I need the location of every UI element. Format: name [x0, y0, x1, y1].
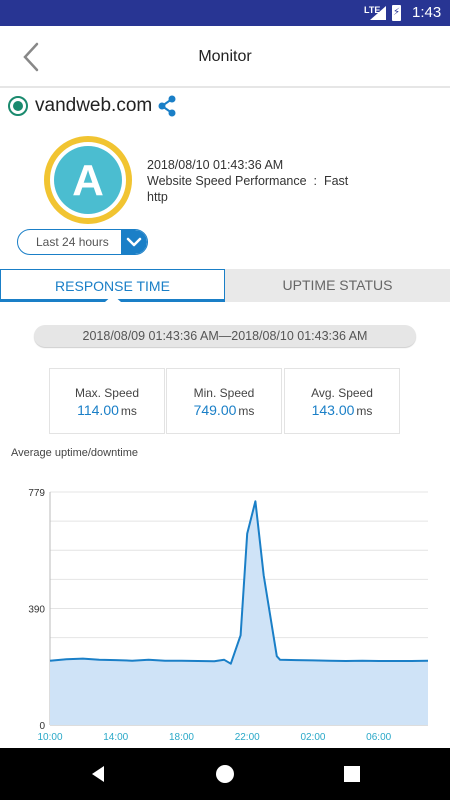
stat-label: Max. Speed: [74, 386, 140, 400]
stat-unit: ms: [120, 404, 137, 418]
y-tick-label: 390: [28, 604, 45, 615]
grade-badge: A: [44, 136, 132, 224]
stat-value: 749.00: [193, 402, 237, 418]
time-range-value: Last 24 hours: [36, 235, 109, 249]
info-protocol: http: [147, 190, 168, 204]
site-header: vandweb.com: [8, 94, 438, 120]
stat-max-speed: Max. Speed 114.00 ms: [49, 368, 165, 434]
tab-bar: RESPONSE TIME UPTIME STATUS: [0, 269, 450, 302]
chart-title: Average uptime/downtime: [11, 447, 138, 459]
signal-icon: [370, 6, 386, 20]
x-tick-label: 22:00: [235, 732, 260, 743]
share-icon[interactable]: [156, 95, 178, 117]
y-tick-label: 779: [28, 488, 45, 499]
site-domain: vandweb.com: [35, 95, 153, 116]
stat-value-row: 114.00 ms: [50, 402, 164, 418]
clock: 1:43: [412, 4, 442, 21]
page-title: Monitor: [198, 48, 252, 65]
date-range: 2018/08/09 01:43:36 AM—2018/08/10 01:43:…: [34, 325, 416, 347]
speed-stats: Max. Speed 114.00 ms Min. Speed 749.00 ms …: [49, 368, 401, 434]
time-range-select[interactable]: Last 24 hours: [17, 229, 148, 255]
system-nav-bar: [0, 748, 450, 800]
stat-unit: ms: [238, 404, 255, 418]
grade-letter: A: [72, 156, 104, 205]
nav-home-icon[interactable]: [213, 762, 237, 786]
chevron-down-icon: [121, 230, 147, 254]
stat-value: 143.00: [311, 402, 355, 418]
stat-avg-speed: Avg. Speed 143.00 ms: [284, 368, 400, 434]
series-line: [49, 500, 429, 665]
x-tick-label: 10:00: [37, 732, 62, 743]
app-bar: Monitor: [0, 26, 450, 88]
stat-value-row: 143.00 ms: [285, 402, 399, 418]
x-tick-label: 18:00: [169, 732, 194, 743]
tab-response-time[interactable]: RESPONSE TIME: [0, 269, 225, 302]
stat-value: 114.00: [77, 402, 119, 418]
stat-label: Avg. Speed: [311, 386, 373, 400]
status-bar: LTE ⚡ 1:43: [0, 0, 450, 26]
x-tick-label: 06:00: [366, 732, 391, 743]
nav-back-icon[interactable]: [86, 762, 110, 786]
stat-value-row: 749.00 ms: [167, 402, 281, 418]
site-info: 2018/08/10 01:43:36 AM Website Speed Per…: [147, 157, 348, 205]
tab-uptime-status[interactable]: UPTIME STATUS: [225, 269, 450, 302]
x-tick-label: 14:00: [103, 732, 128, 743]
stat-min-speed: Min. Speed 749.00 ms: [166, 368, 282, 434]
info-timestamp: 2018/08/10 01:43:36 AM: [147, 158, 284, 172]
stat-unit: ms: [356, 404, 373, 418]
charging-icon: ⚡: [392, 7, 401, 18]
info-performance: Website Speed Performance : Fast: [147, 174, 349, 188]
nav-recents-icon[interactable]: [340, 762, 364, 786]
series-area: [50, 501, 428, 725]
status-indicator-icon: [8, 96, 28, 116]
y-tick-label: 0: [39, 721, 45, 732]
x-tick-label: 02:00: [300, 732, 325, 743]
response-time-chart: 779 390 010:00 14:00 18:00 22:00 02:00 06:00: [28, 488, 429, 743]
stat-label: Min. Speed: [193, 386, 255, 400]
